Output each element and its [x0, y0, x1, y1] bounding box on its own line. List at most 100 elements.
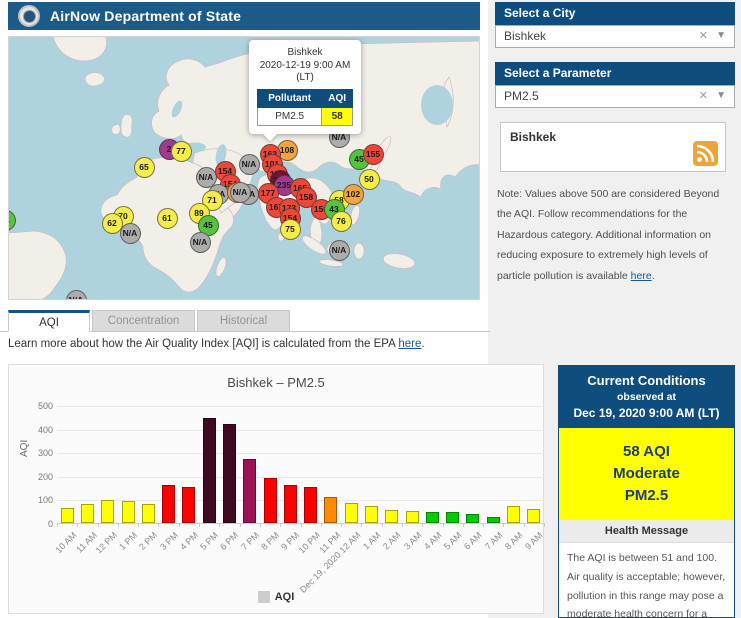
app-title: AirNow Department of State: [50, 8, 241, 24]
parameter-caret-down-icon[interactable]: ▼: [716, 85, 726, 106]
chart-legend[interactable]: AQI: [9, 591, 543, 603]
aqi-marker[interactable]: 75: [280, 219, 301, 240]
bar: [264, 478, 277, 523]
bar: [61, 508, 74, 523]
learn-more-text: Learn more about how the Air Quality Ind…: [8, 338, 488, 350]
aqi-marker[interactable]: N/A: [190, 232, 211, 253]
aqi-marker[interactable]: 102: [343, 184, 364, 205]
city-select[interactable]: Bishkek ✕ ▼: [495, 25, 735, 48]
x-axis-tick: [179, 523, 180, 527]
x-axis-tick: [280, 523, 281, 527]
health-message-title: Health Message: [559, 520, 734, 543]
bar: [507, 506, 520, 523]
city-caret-down-icon[interactable]: ▼: [716, 25, 726, 46]
current-aqi-pollutant: PM2.5: [563, 485, 730, 507]
aqi-marker[interactable]: 61: [157, 208, 178, 229]
learn-more-link[interactable]: here: [398, 338, 421, 350]
bar: [162, 485, 175, 523]
learn-more-suffix: .: [421, 338, 424, 350]
bar: [81, 504, 94, 523]
rss-icon[interactable]: [693, 141, 718, 166]
popup-aqi-value: 58: [322, 107, 353, 125]
map-marker-layer: 27765N/A154154N/A143N/A7189457062N/A61N/…: [9, 37, 479, 299]
department-of-state-seal-icon: [18, 5, 40, 27]
bar: [365, 506, 378, 523]
popup-col-pollutant: Pollutant: [258, 89, 322, 107]
map-popup: Bishkek 2020-12-19 9:00 AM (LT) Pollutan…: [249, 40, 361, 134]
bar: [345, 503, 358, 523]
y-axis-tick: 200: [25, 472, 53, 482]
bar: [385, 510, 398, 523]
x-axis-tick: [422, 523, 423, 527]
current-aqi-block: 58 AQI Moderate PM2.5: [559, 428, 734, 520]
aqi-marker[interactable]: 77: [171, 141, 192, 162]
bar: [142, 504, 155, 523]
aqi-marker[interactable]: N/A: [230, 182, 251, 203]
popup-table: Pollutant AQI PM2.5 58: [257, 89, 353, 126]
bar: [406, 511, 419, 523]
aqi-marker[interactable]: N/A: [66, 290, 87, 301]
tab-aqi[interactable]: AQI: [8, 310, 90, 332]
bar: [426, 512, 439, 523]
bar: [304, 487, 317, 523]
x-axis-tick: [77, 523, 78, 527]
gridline: [57, 477, 544, 478]
x-axis-tick: [118, 523, 119, 527]
x-axis-tick: [301, 523, 302, 527]
current-aqi-category: Moderate: [563, 463, 730, 485]
select-city-header: Select a City: [495, 2, 735, 25]
x-axis-tick: [382, 523, 383, 527]
x-axis-tick: [260, 523, 261, 527]
chart-panel: Bishkek – PM2.5 AQI 010020030040050010 A…: [8, 364, 544, 614]
x-axis-tick: [240, 523, 241, 527]
aqi-marker[interactable]: N/A: [239, 154, 260, 175]
popup-pollutant-value: PM2.5: [258, 107, 322, 125]
note-body: Note: Values above 500 are considered Be…: [497, 188, 719, 282]
tab-bar: AQI Concentration Historical: [0, 310, 490, 332]
aqi-marker[interactable]: 50: [359, 169, 380, 190]
aqi-marker[interactable]: N/A: [120, 223, 141, 244]
x-axis-tick: [402, 523, 403, 527]
x-axis-tick: [98, 523, 99, 527]
aqi-marker[interactable]: 65: [134, 157, 155, 178]
y-axis-tick: 0: [25, 519, 53, 529]
popup-city: Bishkek: [255, 47, 355, 60]
health-message-text: The AQI is between 51 and 100. Air quali…: [559, 543, 734, 618]
bar: [101, 500, 114, 523]
note-link[interactable]: here: [631, 270, 652, 282]
bar: [203, 418, 216, 523]
current-conditions-header: Current Conditions observed at Dec 19, 2…: [559, 366, 734, 428]
y-axis-tick: 100: [25, 495, 53, 505]
y-axis-tick: 500: [25, 401, 53, 411]
tab-concentration[interactable]: Concentration: [92, 310, 195, 332]
bar: [487, 517, 500, 523]
parameter-select[interactable]: PM2.5 ✕ ▼: [495, 85, 735, 108]
x-axis-tick: [321, 523, 322, 527]
x-axis-tick: [503, 523, 504, 527]
current-conditions-datetime: Dec 19, 2020 9:00 AM (LT): [563, 406, 730, 420]
gridline: [57, 453, 544, 454]
aqi-marker[interactable]: 155: [363, 144, 384, 165]
world-aqi-map[interactable]: 27765N/A154154N/A143N/A7189457062N/A61N/…: [8, 36, 480, 300]
x-axis-tick: [463, 523, 464, 527]
bar: [182, 487, 195, 523]
chart-title: Bishkek – PM2.5: [9, 375, 543, 390]
y-axis-tick: 300: [25, 448, 53, 458]
parameter-clear-icon[interactable]: ✕: [699, 86, 708, 107]
bar: [223, 424, 236, 523]
aqi-marker[interactable]: 44: [8, 210, 16, 231]
feed-box: Bishkek: [500, 122, 726, 172]
current-conditions-title: Current Conditions: [563, 373, 730, 388]
city-clear-icon[interactable]: ✕: [699, 26, 708, 47]
select-parameter-header: Select a Parameter: [495, 62, 735, 85]
bar: [527, 509, 540, 523]
aqi-marker[interactable]: N/A: [329, 240, 350, 261]
app-header: AirNow Department of State: [8, 2, 480, 30]
tab-historical[interactable]: Historical: [197, 310, 290, 332]
bar: [122, 501, 135, 523]
x-axis-tick: [443, 523, 444, 527]
x-axis-tick: [199, 523, 200, 527]
aqi-marker[interactable]: 76: [331, 211, 352, 232]
x-axis-tick: [524, 523, 525, 527]
popup-timezone: (LT): [255, 72, 355, 85]
